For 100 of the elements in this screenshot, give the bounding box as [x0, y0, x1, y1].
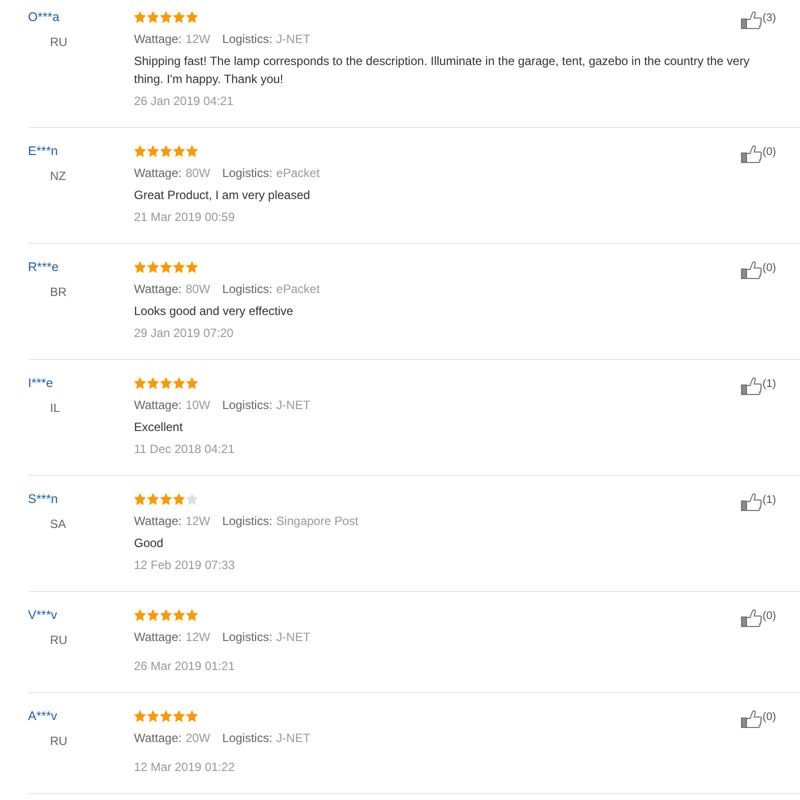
attribute-label: Logistics:: [222, 165, 272, 182]
thumbs-up-icon: [740, 145, 762, 163]
reviewer-name: R***e: [28, 259, 59, 276]
review-text: Great Product, I am very pleased: [134, 187, 310, 204]
star-icon: [186, 261, 198, 273]
attribute-value: 12W: [186, 629, 210, 646]
star-icon: [134, 493, 146, 505]
attribute-label: Wattage:: [134, 165, 182, 182]
attribute-label: Wattage:: [134, 281, 182, 298]
star-icon: [147, 261, 159, 273]
star-icon: [173, 493, 185, 505]
star-icon: [186, 493, 198, 505]
thumbs-up-icon: [740, 11, 762, 29]
reviewer-name: V***v: [28, 607, 58, 624]
review-text: Good: [134, 535, 164, 552]
review-date: 11 Dec 2018 04:21: [134, 441, 235, 458]
star-icon: [173, 145, 185, 157]
attribute-label: Wattage:: [134, 513, 182, 530]
star-icon: [147, 377, 159, 389]
star-icon: [173, 11, 185, 23]
star-icon: [160, 11, 172, 23]
star-icon: [173, 710, 185, 722]
attribute-value: 80W: [186, 281, 210, 298]
attribute-value: 10W: [186, 397, 210, 414]
attribute-value: J-NET: [276, 629, 310, 646]
attribute-value: 20W: [186, 730, 210, 747]
star-icon: [160, 493, 172, 505]
review-date: 26 Mar 2019 01:21: [134, 658, 235, 675]
star-icon: [160, 377, 172, 389]
star-icon: [186, 145, 198, 157]
star-icon: [160, 609, 172, 621]
review-date: 12 Feb 2019 07:33: [134, 557, 235, 574]
attribute-label: Wattage:: [134, 31, 182, 48]
reviewer-name: A***v: [28, 708, 58, 725]
star-icon: [160, 710, 172, 722]
thumbs-up-icon: [740, 493, 762, 511]
review-text: Excellent: [134, 419, 183, 436]
attribute-label: Logistics:: [222, 513, 272, 530]
like-button[interactable]: (0): [740, 261, 776, 279]
star-icon: [134, 710, 146, 722]
star-icon: [147, 145, 159, 157]
reviewer-name: I***e: [28, 375, 54, 392]
thumbs-up-icon: [740, 377, 762, 395]
attribute-value: 12W: [186, 513, 210, 530]
attribute-value: J-NET: [276, 730, 310, 747]
review-date: 12 Mar 2019 01:22: [134, 759, 235, 776]
like-button[interactable]: (0): [740, 145, 776, 163]
country-code: RU: [50, 632, 68, 649]
review-date: 26 Jan 2019 04:21: [134, 93, 234, 110]
country-code: SA: [50, 516, 66, 533]
attribute-label: Logistics:: [222, 281, 272, 298]
reviewer-name: O***a: [28, 9, 60, 26]
attribute-value: Singapore Post: [276, 513, 358, 530]
reviewer-name: S***n: [28, 491, 58, 508]
star-icon: [186, 609, 198, 621]
star-icon: [147, 710, 159, 722]
attribute-value: ePacket: [276, 165, 320, 182]
thumbs-up-icon: [740, 710, 762, 728]
attribute-value: J-NET: [276, 397, 310, 414]
star-icon: [173, 377, 185, 389]
star-icon: [186, 11, 198, 23]
like-button[interactable]: (0): [740, 710, 776, 728]
like-button[interactable]: (1): [740, 377, 776, 395]
attribute-label: Logistics:: [222, 730, 272, 747]
attribute-label: Wattage:: [134, 397, 182, 414]
star-icon: [186, 710, 198, 722]
attribute-value: 80W: [186, 165, 210, 182]
attribute-label: Logistics:: [222, 629, 272, 646]
thumbs-up-icon: [740, 261, 762, 279]
review-date: 29 Jan 2019 07:20: [134, 325, 234, 342]
star-icon: [147, 609, 159, 621]
reviewer-name: E***n: [28, 143, 58, 160]
star-icon: [134, 11, 146, 23]
like-button[interactable]: (0): [740, 609, 776, 627]
star-icon: [134, 609, 146, 621]
country-code: RU: [50, 34, 68, 51]
review-text: Looks good and very effective: [134, 303, 294, 320]
country-code: RU: [50, 733, 68, 750]
star-icon: [173, 261, 185, 273]
country-code: BR: [50, 284, 67, 301]
star-icon: [147, 11, 159, 23]
review-text: Shipping fast! The lamp corresponds to the description. Illuminate in the garage, tent, gazebo in the country the very thing. I'm happy. Thank you!: [134, 53, 750, 88]
country-code: IL: [50, 400, 60, 417]
star-icon: [134, 145, 146, 157]
star-icon: [134, 261, 146, 273]
attribute-label: Logistics:: [222, 397, 272, 414]
like-button[interactable]: (3): [740, 11, 776, 29]
star-icon: [160, 261, 172, 273]
like-button[interactable]: (1): [740, 493, 776, 511]
attribute-label: Wattage:: [134, 730, 182, 747]
star-icon: [186, 377, 198, 389]
star-icon: [160, 145, 172, 157]
attribute-label: Logistics:: [222, 31, 272, 48]
attribute-label: Wattage:: [134, 629, 182, 646]
star-icon: [173, 609, 185, 621]
star-icon: [134, 377, 146, 389]
review-date: 21 Mar 2019 00:59: [134, 209, 235, 226]
attribute-value: 12W: [186, 31, 210, 48]
thumbs-up-icon: [740, 609, 762, 627]
country-code: NZ: [50, 168, 66, 185]
